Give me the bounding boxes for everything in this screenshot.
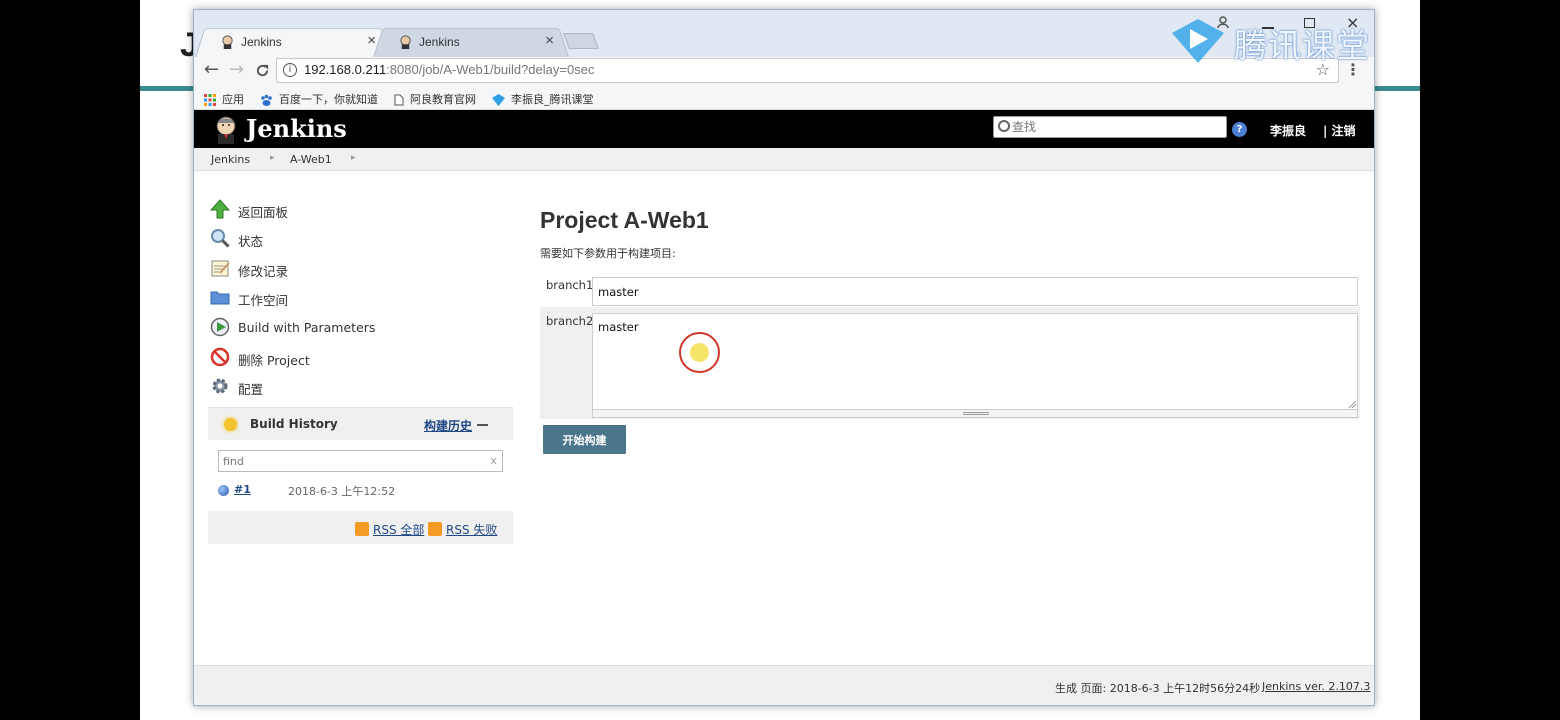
info-icon[interactable]: i bbox=[283, 63, 297, 77]
param-field-branch1[interactable] bbox=[592, 277, 1358, 306]
bookmark-label: 阿良教育官网 bbox=[410, 93, 476, 106]
browser-tab[interactable]: Jenkins × bbox=[194, 27, 392, 58]
browser-window: Jenkins × Jenkins × × ← → i 192.168.0.21… bbox=[193, 9, 1375, 706]
breadcrumb-chevron-icon: ▸ bbox=[270, 153, 275, 163]
task-label: 返回面板 bbox=[238, 205, 289, 220]
bookmark-tencent-class[interactable]: 李振良_腾讯课堂 bbox=[492, 91, 594, 107]
back-arrow-icon[interactable]: ← bbox=[204, 59, 219, 80]
rss-all-link[interactable]: RSS 全部 bbox=[373, 521, 424, 538]
resize-handle-icon[interactable] bbox=[1348, 400, 1357, 409]
up-arrow-icon bbox=[210, 199, 230, 219]
notepad-icon bbox=[211, 260, 230, 277]
param-label-branch1: branch1 bbox=[546, 278, 594, 292]
bookmark-aliang[interactable]: 阿良教育官网 bbox=[394, 91, 476, 107]
clock-play-icon bbox=[210, 317, 230, 337]
task-label: Build with Parameters bbox=[238, 320, 376, 335]
breadcrumb: Jenkins ▸ A-Web1 ▸ bbox=[194, 148, 1374, 171]
breadcrumb-item-project[interactable]: A-Web1 bbox=[290, 153, 332, 166]
tab-close-icon[interactable]: × bbox=[545, 32, 554, 49]
page-title: Project A-Web1 bbox=[540, 207, 709, 233]
jenkins-footer: 生成 页面: 2018-6-3 上午12时56分24秒 Jenkins ver.… bbox=[194, 665, 1374, 705]
jenkins-header: Jenkins ? 李振良 | 注销 bbox=[194, 110, 1374, 148]
bookmark-apps[interactable]: 应用 bbox=[204, 91, 244, 107]
build-number-link[interactable]: #1 bbox=[234, 483, 251, 496]
tab-title: Jenkins bbox=[419, 35, 460, 49]
page-icon bbox=[394, 94, 404, 106]
new-tab-button[interactable] bbox=[563, 33, 599, 49]
bookmark-baidu[interactable]: 百度一下，你就知道 bbox=[260, 91, 378, 107]
magnifier-icon bbox=[211, 229, 230, 248]
page-content: 返回面板 状态 修改记录 工作空间 Build with Parameters … bbox=[194, 171, 1374, 665]
rss-failed-link[interactable]: RSS 失败 bbox=[446, 521, 497, 538]
sun-weather-icon bbox=[224, 418, 237, 431]
jenkins-version-link[interactable]: Jenkins ver. 2.107.3 bbox=[1262, 680, 1370, 693]
rss-footer: RSS 全部 RSS 失败 bbox=[208, 511, 513, 544]
task-label: 状态 bbox=[238, 234, 264, 249]
url-text: 192.168.0.211:8080/job/A-Web1/build?dela… bbox=[304, 62, 595, 77]
build-history-title: Build History bbox=[250, 417, 338, 431]
branch1-input[interactable] bbox=[598, 284, 1338, 300]
watermark-text: 腾讯课堂 bbox=[1234, 26, 1370, 65]
bookmark-label: 应用 bbox=[222, 93, 244, 106]
param-label-branch2: branch2 bbox=[546, 314, 594, 328]
apps-grid-icon bbox=[204, 94, 216, 106]
page-generated-text: 生成 页面: 2018-6-3 上午12时56分24秒 bbox=[1055, 682, 1261, 695]
search-box[interactable] bbox=[993, 116, 1227, 138]
baidu-paw-icon bbox=[261, 94, 272, 106]
page-description: 需要如下参数用于构建项目: bbox=[540, 247, 676, 260]
tab-close-icon[interactable]: × bbox=[367, 32, 376, 49]
blue-ball-status-icon bbox=[218, 485, 229, 496]
forward-arrow-icon[interactable]: → bbox=[229, 59, 244, 80]
jenkins-favicon-icon bbox=[400, 35, 411, 49]
search-input[interactable] bbox=[1012, 118, 1222, 136]
slide-rule bbox=[1370, 86, 1420, 91]
search-icon bbox=[998, 120, 1010, 132]
build-trend-link[interactable]: 构建历史 bbox=[424, 417, 472, 434]
bookmark-label: 李振良_腾讯课堂 bbox=[511, 93, 594, 106]
bookmarks-bar: 应用 百度一下，你就知道 阿良教育官网 李振良_腾讯课堂 bbox=[194, 85, 1374, 110]
breadcrumb-chevron-icon: ▸ bbox=[351, 153, 356, 163]
help-icon[interactable]: ? bbox=[1232, 122, 1247, 137]
task-label: 配置 bbox=[238, 382, 264, 397]
video-frame: J Jenkins × Jenkins × × ← → i 192.168.0.… bbox=[0, 0, 1560, 720]
build-row: #1 2018-6-3 上午12:52 bbox=[208, 477, 513, 503]
task-label: 删除 Project bbox=[238, 353, 310, 368]
tencent-class-icon bbox=[492, 94, 505, 106]
bookmark-label: 百度一下，你就知道 bbox=[279, 93, 378, 106]
jenkins-favicon-icon bbox=[222, 35, 233, 49]
gear-icon bbox=[212, 378, 228, 394]
folder-icon bbox=[210, 291, 230, 305]
build-button[interactable]: 开始构建 bbox=[543, 425, 626, 454]
build-history-header: Build History 构建历史 bbox=[208, 407, 513, 440]
no-entry-icon bbox=[210, 347, 230, 367]
tencent-class-logo-icon bbox=[1172, 19, 1224, 63]
tab-title: Jenkins bbox=[241, 35, 282, 49]
mouse-cursor-dot bbox=[690, 343, 709, 362]
jenkins-title[interactable]: Jenkins bbox=[246, 114, 347, 143]
build-filter-box[interactable]: x bbox=[218, 450, 503, 472]
user-link[interactable]: 李振良 bbox=[1270, 122, 1306, 139]
build-date-link[interactable]: 2018-6-3 上午12:52 bbox=[288, 483, 395, 499]
slide-rule bbox=[140, 86, 200, 91]
build-filter-input[interactable] bbox=[223, 453, 483, 469]
rss-icon bbox=[428, 522, 442, 536]
grip-icon bbox=[963, 412, 989, 415]
collapse-icon[interactable] bbox=[477, 424, 488, 426]
clear-filter-icon[interactable]: x bbox=[490, 454, 497, 467]
textarea-expand-handle[interactable] bbox=[592, 410, 1358, 418]
build-history-panel: Build History 构建历史 x #1 2018-6-3 上午12:52… bbox=[208, 407, 513, 544]
browser-tab[interactable]: Jenkins × bbox=[372, 27, 570, 58]
task-label: 修改记录 bbox=[238, 264, 289, 279]
watermark: 腾讯课堂 bbox=[1168, 17, 1378, 67]
reload-icon[interactable] bbox=[255, 63, 270, 78]
rss-icon bbox=[355, 522, 369, 536]
breadcrumb-item-jenkins[interactable]: Jenkins bbox=[211, 153, 250, 166]
logout-link[interactable]: | 注销 bbox=[1323, 122, 1356, 139]
task-label: 工作空间 bbox=[238, 293, 289, 308]
jenkins-butler-icon[interactable] bbox=[211, 114, 241, 144]
